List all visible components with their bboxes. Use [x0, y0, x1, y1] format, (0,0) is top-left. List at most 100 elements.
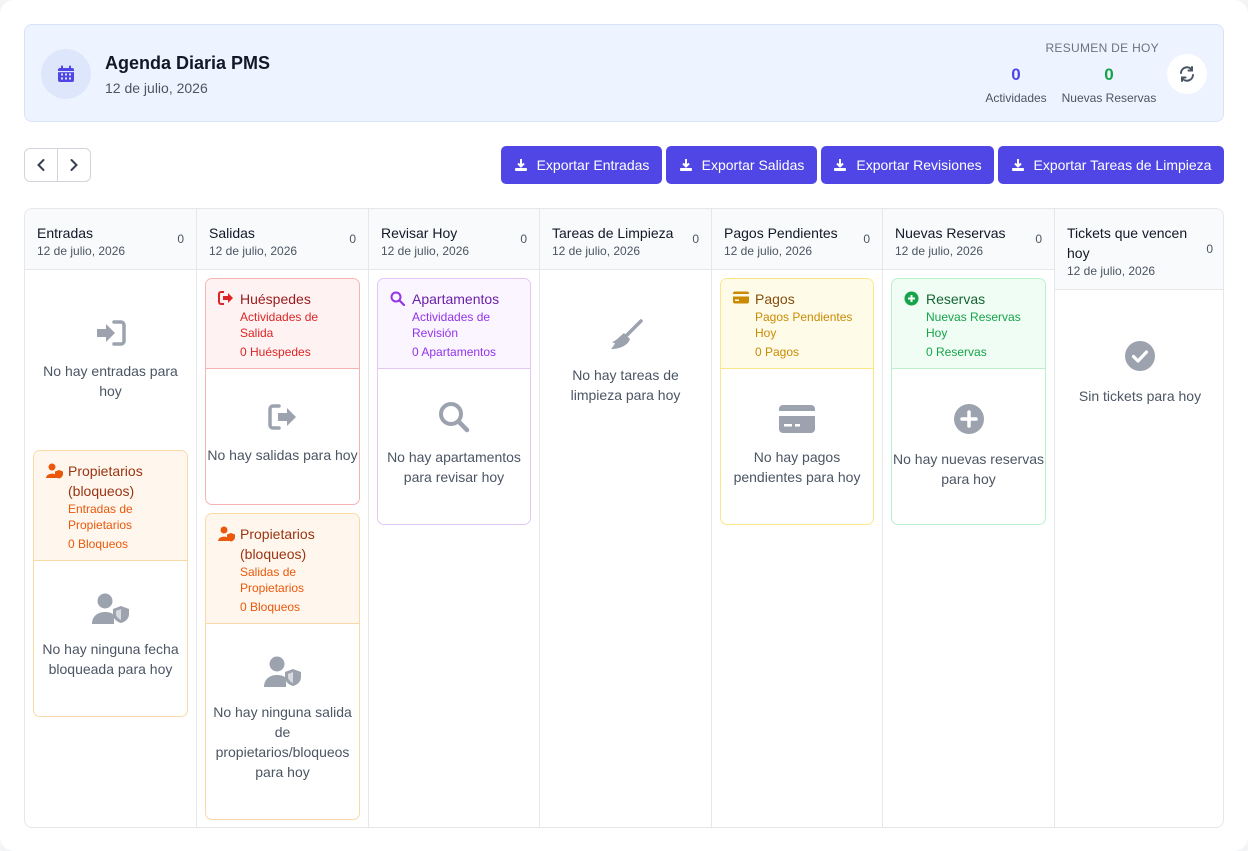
calendar-icon — [41, 49, 91, 99]
card-count: 0 Huéspedes — [240, 345, 311, 359]
column-date: 12 de julio, 2026 — [1067, 264, 1156, 278]
card-empty-text: No hay pagos pendientes para hoy — [733, 449, 861, 485]
card-header: Reservas Nuevas Reservas Hoy 0 Reservas — [892, 279, 1045, 369]
broom-icon — [558, 319, 693, 351]
column-count: 0 — [349, 232, 356, 246]
card-header: Huéspedes Actividades de Salida 0 Huéspe… — [206, 279, 359, 369]
card-empty-state: No hay nuevas reservas para hoy — [892, 369, 1045, 489]
column-header: Entradas 12 de julio, 2026 0 — [25, 209, 196, 270]
card-count: 0 Bloqueos — [240, 600, 301, 614]
card-subtitle: Actividades de Revisión — [412, 310, 491, 340]
column-count: 0 — [1035, 232, 1042, 246]
user-shield-icon — [34, 593, 187, 625]
column-count: 0 — [177, 232, 184, 246]
card-title: Reservas — [926, 291, 986, 307]
refresh-icon — [1180, 66, 1194, 82]
agenda-header: Agenda Diaria PMS 12 de julio, 2026 RESU… — [24, 24, 1224, 122]
column-count: 0 — [863, 232, 870, 246]
empty-state: No hay entradas para hoy — [25, 319, 196, 401]
download-icon — [1011, 159, 1024, 171]
stat-new-reservations: 0 Nuevas Reservas — [1059, 65, 1159, 105]
sign-out-icon — [218, 291, 234, 310]
reservations-card: Reservas Nuevas Reservas Hoy 0 Reservas … — [891, 278, 1046, 525]
export-salidas-button[interactable]: Exportar Salidas — [666, 146, 817, 184]
column-date: 12 de julio, 2026 — [724, 244, 813, 258]
owners-blocks-card: Propietarios (bloqueos) Entradas de Prop… — [33, 450, 188, 717]
card-count: 0 Bloqueos — [68, 537, 129, 551]
card-title: Apartamentos — [412, 291, 500, 307]
column-header: Revisar Hoy 12 de julio, 2026 0 — [369, 209, 539, 270]
card-empty-state: No hay pagos pendientes para hoy — [721, 369, 873, 487]
card-subtitle: Entradas de Propietarios — [68, 502, 133, 532]
refresh-button[interactable] — [1167, 54, 1207, 94]
column-header: Salidas 12 de julio, 2026 0 — [197, 209, 368, 270]
column-tickets: Tickets que vencen hoy 12 de julio, 2026… — [1055, 209, 1223, 827]
user-shield-icon — [206, 656, 359, 688]
owners-blocks-departures-card: Propietarios (bloqueos) Salidas de Propi… — [205, 513, 360, 820]
card-subtitle: Actividades de Salida — [240, 310, 319, 340]
stat-activities: 0 Actividades — [983, 65, 1049, 105]
column-count: 0 — [520, 232, 527, 246]
check-circle-icon — [1067, 340, 1213, 372]
column-title: Entradas — [37, 225, 94, 241]
stat-activities-label: Actividades — [985, 91, 1047, 105]
card-title: Huéspedes — [240, 291, 311, 307]
card-subtitle: Pagos Pendientes Hoy — [755, 310, 853, 340]
column-tareas-limpieza: Tareas de Limpieza 12 de julio, 2026 0 N… — [540, 209, 712, 827]
empty-state: Sin tickets para hoy — [1055, 340, 1223, 406]
empty-state: No hay tareas de limpieza para hoy — [540, 319, 711, 405]
empty-text: No hay tareas de limpieza para hoy — [570, 367, 681, 403]
summary-label: RESUMEN DE HOY — [1045, 41, 1159, 55]
plus-circle-icon — [892, 403, 1045, 435]
column-header: Nuevas Reservas 12 de julio, 2026 0 — [883, 209, 1054, 270]
sign-in-icon — [37, 319, 184, 347]
agenda-page: Agenda Diaria PMS 12 de julio, 2026 RESU… — [0, 0, 1248, 851]
column-title: Salidas — [209, 225, 255, 241]
export-revisiones-label: Exportar Revisiones — [856, 157, 982, 173]
payments-card: Pagos Pagos Pendientes Hoy 0 Pagos No ha… — [720, 278, 874, 525]
column-title: Pagos Pendientes — [724, 225, 838, 241]
chevron-right-icon — [70, 159, 78, 171]
download-icon — [679, 159, 692, 171]
card-title: Pagos — [755, 291, 795, 307]
export-revisiones-button[interactable]: Exportar Revisiones — [821, 146, 994, 184]
search-icon — [384, 401, 524, 433]
card-empty-state: No hay ninguna salida de propietarios/bl… — [206, 624, 359, 782]
column-header: Tareas de Limpieza 12 de julio, 2026 0 — [540, 209, 711, 270]
plus-circle-icon — [904, 291, 919, 311]
next-day-button[interactable] — [58, 149, 90, 181]
column-count: 0 — [692, 232, 699, 246]
date-navigation — [24, 148, 91, 182]
card-empty-state: No hay apartamentos para revisar hoy — [378, 369, 530, 487]
export-limpieza-label: Exportar Tareas de Limpieza — [1033, 157, 1212, 173]
column-date: 12 de julio, 2026 — [209, 244, 298, 258]
card-empty-state: No hay salidas para hoy — [206, 369, 359, 465]
download-icon — [514, 159, 527, 171]
export-entradas-button[interactable]: Exportar Entradas — [501, 146, 662, 184]
chevron-left-icon — [37, 159, 45, 171]
export-entradas-label: Exportar Entradas — [536, 157, 650, 173]
column-header: Tickets que vencen hoy 12 de julio, 2026… — [1055, 209, 1223, 290]
column-date: 12 de julio, 2026 — [895, 244, 984, 258]
card-count: 0 Reservas — [926, 345, 987, 359]
column-title: Tareas de Limpieza — [552, 225, 674, 241]
search-icon — [390, 291, 406, 311]
column-date: 12 de julio, 2026 — [37, 244, 126, 258]
column-pagos-pendientes: Pagos Pendientes 12 de julio, 2026 0 Pag… — [712, 209, 883, 827]
page-title: Agenda Diaria PMS — [105, 53, 271, 73]
card-subtitle: Nuevas Reservas Hoy — [926, 310, 1021, 340]
download-icon — [834, 159, 847, 171]
column-header: Pagos Pendientes 12 de julio, 2026 0 — [712, 209, 882, 270]
export-limpieza-button[interactable]: Exportar Tareas de Limpieza — [998, 146, 1224, 184]
card-count: 0 Apartamentos — [412, 345, 497, 359]
card-count: 0 Pagos — [755, 345, 800, 359]
column-date: 12 de julio, 2026 — [381, 244, 470, 258]
card-header: Apartamentos Actividades de Revisión 0 A… — [378, 279, 530, 369]
prev-day-button[interactable] — [25, 149, 58, 181]
sign-out-icon — [206, 403, 359, 431]
card-empty-text: No hay ninguna salida de propietarios/bl… — [213, 704, 352, 780]
empty-text: No hay entradas para hoy — [43, 363, 178, 399]
agenda-board: Entradas 12 de julio, 2026 0 No hay entr… — [24, 208, 1224, 828]
card-empty-text: No hay salidas para hoy — [207, 447, 358, 463]
column-revisar-hoy: Revisar Hoy 12 de julio, 2026 0 Apartame… — [369, 209, 540, 827]
